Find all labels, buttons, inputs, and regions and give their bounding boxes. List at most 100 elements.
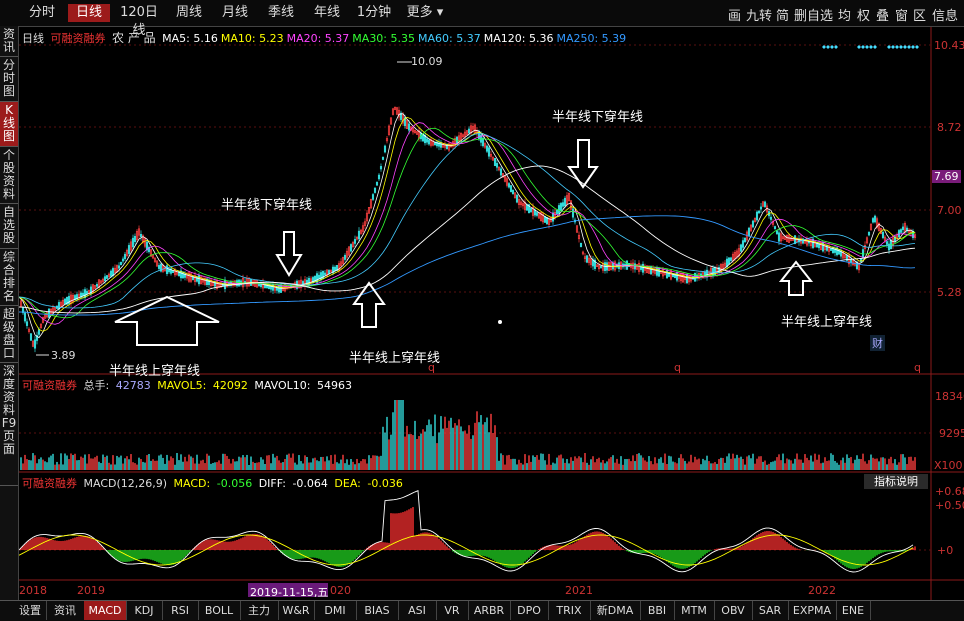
macd-bar <box>234 541 235 550</box>
sidebar-item-intraday[interactable]: 分时图 <box>0 57 18 102</box>
sidebar-item-watchlist[interactable]: 自选股 <box>0 204 18 249</box>
volume-bar <box>488 432 489 470</box>
indicator-tab-6[interactable]: 主力 <box>240 601 279 620</box>
volume-bar <box>614 463 615 470</box>
overlay-button[interactable]: 叠 <box>876 5 889 24</box>
remove-watchlist-button[interactable]: 删自选 <box>794 5 833 24</box>
tab-quarterly[interactable]: 季线 <box>262 4 300 22</box>
volume-bar <box>750 458 751 470</box>
range-button[interactable]: 区 <box>913 5 926 24</box>
macd-bar <box>492 550 493 560</box>
y-tick-label: 8.72 <box>937 121 962 134</box>
indicator-help-button[interactable]: 指标说明 <box>864 474 928 489</box>
rights-button[interactable]: 权 <box>857 5 870 24</box>
volume-bar <box>344 463 345 470</box>
volume-bar <box>58 464 59 470</box>
cursor-dot <box>498 320 502 324</box>
ma-line <box>19 123 915 325</box>
indicator-tab-20[interactable]: EXPMA <box>788 601 837 620</box>
diamond-marker-icon <box>865 45 869 49</box>
indicator-tab-1[interactable]: 资讯 <box>46 601 85 620</box>
tab-weekly[interactable]: 周线 <box>170 4 208 22</box>
macd-bar <box>160 550 161 563</box>
simple-button[interactable]: 简 <box>776 5 789 24</box>
volume-bar <box>880 457 881 470</box>
sidebar-item-f9[interactable]: 深度资料F9页面 <box>0 363 18 486</box>
indicator-tab-15[interactable]: 新DMA <box>590 601 641 620</box>
volume-bar <box>698 459 699 470</box>
indicator-tab-0[interactable]: 设置 <box>14 601 47 620</box>
indicator-tab-8[interactable]: DMI <box>314 601 357 620</box>
macd-bar <box>674 550 675 567</box>
volume-bar <box>334 455 335 470</box>
indicator-tab-10[interactable]: ASI <box>398 601 437 620</box>
candle-body <box>104 277 106 281</box>
macd-bar <box>678 550 679 568</box>
volume-bar <box>780 460 781 470</box>
tab-1min[interactable]: 1分钟 <box>352 4 396 22</box>
candle-body <box>24 313 26 321</box>
tab-daily[interactable]: 日线 <box>68 4 110 22</box>
indicator-tab-19[interactable]: SAR <box>752 601 789 620</box>
tab-yearly[interactable]: 年线 <box>308 4 346 22</box>
volume-bar <box>48 457 49 470</box>
volume-bar <box>892 463 893 470</box>
indicator-tab-9[interactable]: BIAS <box>356 601 399 620</box>
volume-bar <box>742 459 743 470</box>
macd-bar <box>664 550 665 560</box>
macd-bar <box>410 508 411 550</box>
volume-bar <box>786 458 787 470</box>
macd-bar <box>414 536 415 550</box>
annotation-label: 半年线下穿年线 <box>552 106 643 125</box>
volume-bar <box>426 425 427 470</box>
macd-bar <box>276 549 277 550</box>
indicator-tab-11[interactable]: VR <box>436 601 469 620</box>
nine-turn-button[interactable]: 九转 <box>746 5 772 24</box>
draw-tool-button[interactable]: 画 <box>728 5 741 24</box>
volume-bar <box>888 459 889 470</box>
sidebar-item-super-quote[interactable]: 超级盘口 <box>0 306 18 363</box>
indicator-tab-12[interactable]: ARBR <box>468 601 511 620</box>
candle-body <box>48 309 50 317</box>
y-tick-label: 5.28 <box>937 286 962 299</box>
macd-bar <box>54 540 55 550</box>
indicator-tab-14[interactable]: TRIX <box>548 601 591 620</box>
volume-bar <box>250 457 251 470</box>
sidebar-item-profile[interactable]: 个股资料 <box>0 147 18 204</box>
indicator-tab-5[interactable]: BOLL <box>198 601 241 620</box>
volume-bar <box>82 458 83 470</box>
info-button[interactable]: 信息 <box>932 5 958 24</box>
indicator-tab-21[interactable]: ENE <box>836 601 871 620</box>
indicator-tab-3[interactable]: KDJ <box>126 601 163 620</box>
volume-bar <box>552 463 553 470</box>
volume-bar <box>262 459 263 470</box>
candle-body <box>382 157 384 159</box>
volume-bar <box>128 459 129 470</box>
indicator-tab-16[interactable]: BBI <box>640 601 675 620</box>
ma-value-3: MA30: 5.35 <box>352 32 415 45</box>
indicator-tab-7[interactable]: W&R <box>278 601 315 620</box>
candle-body <box>486 146 488 151</box>
tab-monthly[interactable]: 月线 <box>216 4 254 22</box>
volume-bar <box>578 456 579 470</box>
tab-more[interactable]: 更多 ▾ <box>402 4 448 22</box>
macd-bar <box>52 540 53 550</box>
sidebar-item-kline[interactable]: K线图 <box>0 102 18 147</box>
volume-bar <box>862 454 863 470</box>
macd-bar <box>596 531 597 550</box>
kline-chart-area[interactable]: 日线 可融资融券 农 产 品 MA5: 5.16MA10: 5.23MA20: … <box>19 27 964 600</box>
window-button[interactable]: 窗 <box>895 5 908 24</box>
average-button[interactable]: 均 <box>838 5 851 24</box>
indicator-tab-17[interactable]: MTM <box>674 601 715 620</box>
indicator-tab-13[interactable]: DPO <box>510 601 549 620</box>
indicator-tab-2[interactable]: MACD <box>84 601 127 620</box>
sidebar-item-news[interactable]: 资讯 <box>0 26 18 57</box>
indicator-tab-18[interactable]: OBV <box>714 601 753 620</box>
volume-info-line: 可融资融券 总手: 42783 MAVOL5: 42092 MAVOL10: 5… <box>22 377 355 393</box>
macd-bar <box>244 536 245 550</box>
tab-fenshi[interactable]: 分时 <box>22 4 62 22</box>
indicator-tab-4[interactable]: RSI <box>162 601 199 620</box>
macd-bar <box>606 535 607 550</box>
sidebar-item-ranking[interactable]: 综合排名 <box>0 249 18 306</box>
tab-120day[interactable]: 120日线 <box>114 4 164 22</box>
